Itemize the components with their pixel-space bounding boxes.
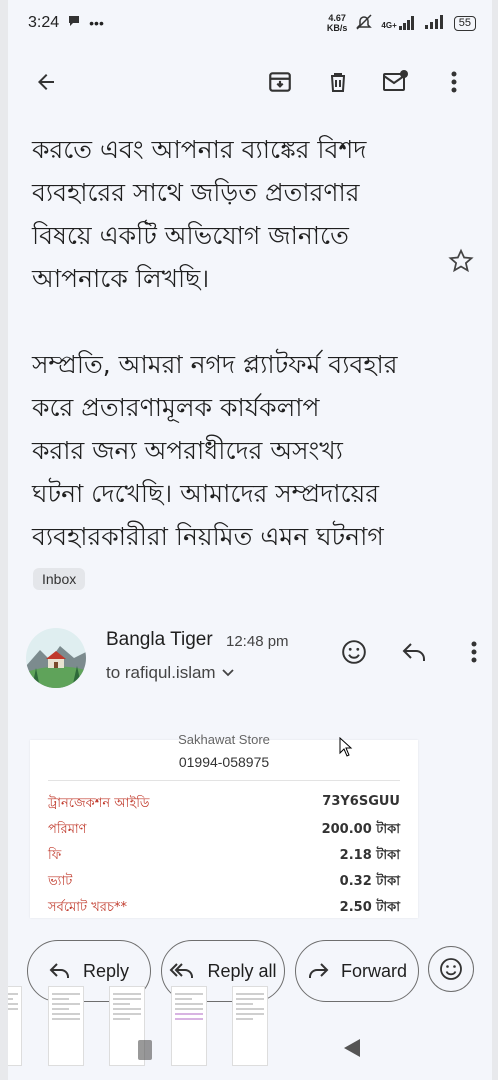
network-label: 4G+ [381, 21, 397, 30]
body-line: ঘটনা দেখেছি। আমাদের সম্প্রদায়ের [32, 479, 380, 508]
net-speed: 4.67 KB/s [327, 13, 348, 33]
body-line: করে প্রতারণামূলক কার্যকলাপ [32, 393, 320, 422]
body-paragraph-2: সম্প্রতি, আমরা নগদ প্ল্যাটফর্ম ব্যবহার ক… [32, 343, 452, 558]
back-arrow-icon [38, 74, 54, 90]
receipt-row-value: 0.32 টাকা [339, 874, 400, 889]
status-time: 3:24 [28, 14, 60, 31]
receipt-row: ভ্যাট 0.32 টাকা [48, 872, 400, 893]
sender-name: Bangla Tiger [106, 629, 213, 650]
battery-indicator: 55 [453, 15, 476, 31]
star-icon [448, 248, 474, 273]
mouse-cursor-icon [339, 736, 353, 762]
reply-button-label: Reply [82, 960, 130, 981]
home-button[interactable] [138, 1040, 152, 1060]
receipt-row: পরিমাণ 200.00 টাকা [48, 820, 400, 841]
receipt-row-label: সর্বমোট খরচ** [48, 900, 127, 915]
net-speed-value: 4.67 [328, 13, 346, 23]
reply-all-button-label: Reply all [207, 960, 277, 981]
delete-button[interactable] [318, 62, 358, 102]
avatar[interactable] [26, 628, 86, 688]
body-line: সম্প্রতি, আমরা নগদ প্ল্যাটফর্ম ব্যবহার [32, 350, 398, 379]
reply-all-icon [170, 963, 194, 978]
email-body: করতে এবং আপনার ব্যাঙ্কের বিশদ ব্যবহারের … [32, 110, 452, 601]
recipient-label: to rafiqul.islam [106, 663, 216, 682]
net-speed-unit: KB/s [326, 23, 348, 33]
receipt-row-label: পরিমাণ [48, 822, 87, 837]
receipt-row-label: ট্রানজেকশন আইডি [48, 796, 150, 811]
receipt-row: সর্বমোট খরচ** 2.50 টাকা [48, 898, 400, 919]
signal-4g-icon: 4G+ [381, 16, 415, 30]
mute-icon [355, 13, 373, 34]
receipt-row-value: 2.50 টাকা [339, 900, 400, 915]
receipt-store-name: Sakhawat Store [178, 732, 270, 744]
body-line: ব্যবহারের সাথে জড়িত প্রতারণার [32, 178, 360, 207]
receipt-row-label: ভ্যাট [48, 874, 73, 889]
forward-icon [308, 963, 329, 978]
more-options-button[interactable] [434, 62, 474, 102]
receipt-row-label: ফি [48, 848, 62, 863]
forward-button-label: Forward [340, 960, 407, 981]
clipped-text-line [32, 110, 452, 130]
more-vert-icon [451, 71, 457, 93]
status-bar: 3:24 ••• 4.67 KB/s 4G+ 55 [8, 0, 492, 46]
body-line: করার জন্য অপরাধীদের অসংখ্য [32, 436, 343, 465]
sender-actions [334, 632, 492, 672]
email-screen: 3:24 ••• 4.67 KB/s 4G+ 55 করতে এবং আপনার… [8, 0, 492, 1080]
emoji-icon [440, 958, 462, 980]
receipt-phone: 01994-058975 [178, 754, 270, 770]
divider [48, 780, 400, 781]
back-nav-button[interactable] [343, 1038, 361, 1063]
reply-icon [49, 963, 69, 978]
mark-unread-icon [383, 70, 408, 91]
receipt-image[interactable]: Sakhawat Store 01994-058975 ট্রানজেকশন আ… [30, 732, 418, 919]
add-reaction-button[interactable] [334, 632, 374, 672]
reply-icon-button[interactable] [394, 632, 434, 672]
mark-unread-button[interactable] [376, 62, 416, 102]
more-notifications-icon: ••• [89, 15, 104, 31]
body-line: করতে এবং আপনার ব্যাঙ্কের বিশদ [32, 135, 367, 164]
body-paragraph-1: করতে এবং আপনার ব্যাঙ্কের বিশদ ব্যবহারের … [32, 128, 452, 300]
receipt-row: ফি 2.18 টাকা [48, 846, 400, 867]
app-bar [8, 54, 492, 110]
sender-time: 12:48 pm [226, 633, 289, 650]
reply-icon [402, 643, 425, 661]
inbox-label-chip[interactable]: Inbox [33, 568, 86, 590]
back-triangle-icon [344, 1039, 360, 1057]
body-line: বিষয়ে একটি অভিযোগ জানাতে [32, 221, 349, 250]
receipt-row-value: 2.18 টাকা [339, 848, 400, 863]
receipt-row: ট্রানজেকশন আইডি 73Y6SGUU [48, 794, 400, 815]
back-button[interactable] [26, 62, 66, 102]
star-button[interactable] [448, 248, 474, 279]
body-line: আপনাকে লিখছি। [32, 264, 210, 293]
react-button[interactable] [428, 946, 474, 992]
navigation-bar [8, 1020, 492, 1080]
archive-button[interactable] [260, 62, 300, 102]
body-line: ব্যবহারকারীরা নিয়মিত এমন ঘটনাগ [32, 522, 384, 551]
chat-notification-icon [67, 14, 81, 33]
signal-icon [424, 14, 446, 32]
more-vert-icon [471, 641, 477, 663]
receipt-row-value: 200.00 টাকা [321, 822, 400, 837]
forward-button[interactable]: Forward [295, 940, 419, 1002]
delete-icon [331, 73, 345, 92]
receipt-row-value: 73Y6SGUU [322, 794, 400, 809]
chevron-down-icon [221, 669, 234, 677]
message-more-button[interactable] [454, 632, 492, 672]
emoji-icon [342, 640, 366, 664]
recipient-details[interactable]: to rafiqul.islam [106, 663, 234, 683]
archive-icon [269, 72, 291, 92]
